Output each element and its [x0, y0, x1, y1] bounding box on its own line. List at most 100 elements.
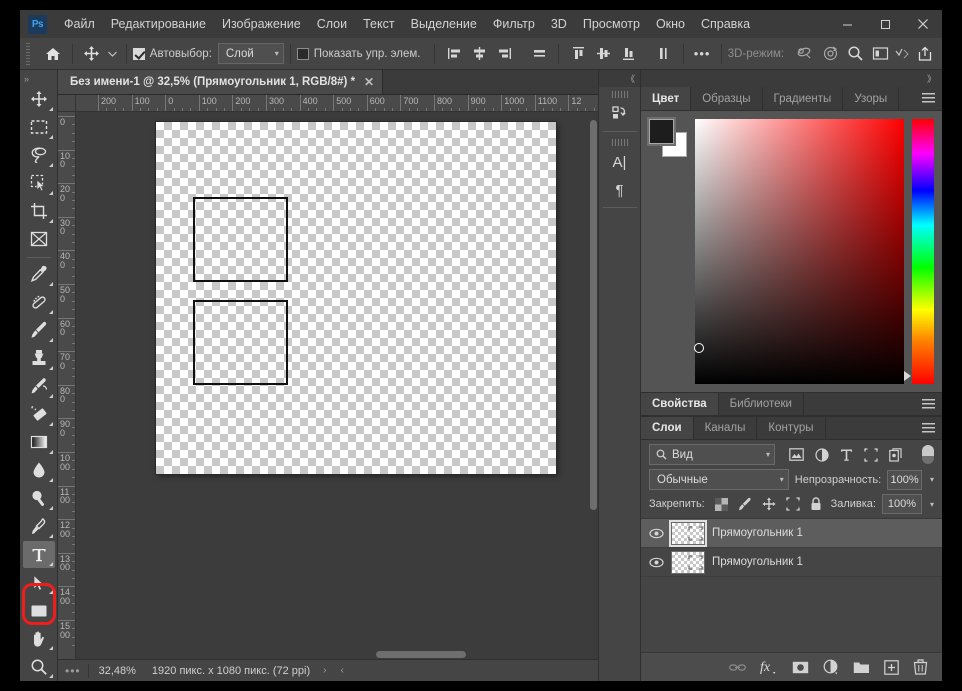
- show-transform-controls-checkbox[interactable]: Показать упр. элем.: [296, 47, 420, 60]
- smart-object-filter-icon[interactable]: [889, 447, 902, 462]
- tab-paths[interactable]: Контуры: [757, 417, 826, 439]
- align-center-h-icon[interactable]: [467, 42, 492, 66]
- distribute-v-icon[interactable]: [651, 42, 676, 66]
- toolbar-expand-button[interactable]: »: [20, 72, 57, 86]
- link-layers-icon[interactable]: [729, 662, 746, 673]
- layer-filter-select[interactable]: Вид ▾: [649, 444, 775, 465]
- layer-name[interactable]: Прямоугольник 1: [712, 556, 803, 568]
- lock-transparent-icon[interactable]: [714, 497, 728, 511]
- status-zoom-level[interactable]: 32,48%: [89, 665, 146, 677]
- menu-item-window[interactable]: Окно: [648, 13, 693, 35]
- sidebar-item-path-selection-tool[interactable]: [23, 569, 55, 596]
- align-left-icon[interactable]: [441, 42, 466, 66]
- share-icon[interactable]: [913, 42, 938, 66]
- layer-mask-icon[interactable]: [792, 661, 809, 674]
- canvas-stage[interactable]: [76, 112, 598, 659]
- shape-rect-2[interactable]: [193, 300, 288, 385]
- zoom-icon[interactable]: [843, 42, 868, 66]
- sidebar-item-marquee-tool[interactable]: [23, 114, 55, 141]
- tab-color[interactable]: Цвет: [641, 87, 692, 110]
- sidebar-item-zoom-tool[interactable]: [23, 653, 55, 680]
- new-group-icon[interactable]: [853, 661, 870, 674]
- align-top-icon[interactable]: [565, 42, 590, 66]
- sidebar-item-blur-tool[interactable]: [23, 457, 55, 484]
- shape-filter-icon[interactable]: [864, 447, 878, 462]
- sidebar-item-eyedropper-tool[interactable]: [23, 261, 55, 288]
- adjustment-layer-icon[interactable]: [823, 659, 839, 675]
- scrollbar-thumb[interactable]: [590, 120, 597, 510]
- chevron-icon[interactable]: [893, 42, 912, 66]
- panel-menu-icon[interactable]: [922, 399, 935, 410]
- workspace-icon[interactable]: [868, 42, 893, 66]
- vertical-ruler[interactable]: 0 100 200 300 400 500 600 700 800 900 1000 1100 1200…: [58, 112, 76, 659]
- more-options-button[interactable]: •••: [689, 42, 714, 66]
- lock-position-icon[interactable]: [762, 497, 776, 511]
- table-row[interactable]: Прямоугольник 1: [641, 519, 942, 548]
- minimize-button[interactable]: [828, 10, 866, 38]
- status-more-button[interactable]: •••: [58, 664, 88, 678]
- move-tool-icon[interactable]: [79, 42, 104, 66]
- menu-item-text[interactable]: Текст: [355, 13, 402, 35]
- layer-visibility-eye-icon[interactable]: [649, 528, 664, 539]
- tab-gradients[interactable]: Градиенты: [763, 87, 844, 110]
- menu-item-help[interactable]: Справка: [693, 13, 758, 35]
- fill-chevron-down-icon[interactable]: ▾: [930, 500, 934, 509]
- tab-properties[interactable]: Свойства: [641, 393, 719, 415]
- panel-menu-icon[interactable]: [922, 93, 935, 104]
- canvas-vertical-scrollbar[interactable]: [589, 112, 598, 659]
- hue-strip[interactable]: [904, 119, 934, 384]
- canvas-horizontal-scrollbar[interactable]: [76, 650, 589, 659]
- menu-item-edit[interactable]: Редактирование: [103, 13, 214, 35]
- sidebar-item-healing-brush-tool[interactable]: [23, 289, 55, 316]
- menu-item-image[interactable]: Изображение: [214, 13, 309, 35]
- color-field[interactable]: [694, 119, 904, 384]
- layer-visibility-eye-icon[interactable]: [649, 557, 664, 568]
- menu-item-layers[interactable]: Слои: [309, 13, 355, 35]
- layer-name[interactable]: Прямоугольник 1: [712, 527, 803, 539]
- 3d-orbit-icon[interactable]: [792, 42, 817, 66]
- sidebar-item-dodge-tool[interactable]: [23, 485, 55, 512]
- sidebar-item-quick-selection-tool[interactable]: [23, 170, 55, 197]
- sidebar-item-lasso-tool[interactable]: [23, 142, 55, 169]
- tab-libraries[interactable]: Библиотеки: [719, 393, 804, 415]
- canvas-document[interactable]: [156, 122, 556, 474]
- menu-item-select[interactable]: Выделение: [403, 13, 485, 35]
- mini-dock-grip[interactable]: [611, 91, 628, 98]
- scrollbar-thumb[interactable]: [376, 651, 466, 658]
- lock-artboard-icon[interactable]: [786, 497, 800, 511]
- color-field-cursor[interactable]: [694, 343, 704, 353]
- tab-patterns[interactable]: Узоры: [843, 87, 900, 110]
- mini-dock-collapse-button[interactable]: 《: [599, 70, 640, 87]
- image-filter-icon[interactable]: [789, 448, 804, 461]
- close-icon[interactable]: ✕: [364, 75, 374, 89]
- lock-all-icon[interactable]: [810, 497, 822, 511]
- mini-dock-grip[interactable]: [611, 139, 628, 146]
- blend-mode-select[interactable]: Обычные ▾: [649, 469, 789, 490]
- hue-marker[interactable]: [904, 371, 911, 381]
- opacity-input[interactable]: 100%: [887, 469, 922, 490]
- status-document-dimensions[interactable]: 1920 пикс. x 1080 пикс. (72 ppi): [146, 665, 316, 677]
- tool-preset-chevron-down-icon[interactable]: [104, 42, 120, 66]
- align-middle-v-icon[interactable]: [591, 42, 616, 66]
- tab-channels[interactable]: Каналы: [694, 417, 758, 439]
- sidebar-item-eraser-tool[interactable]: [23, 401, 55, 428]
- tab-swatches[interactable]: Образцы: [691, 87, 763, 110]
- close-button[interactable]: [904, 10, 942, 38]
- home-icon[interactable]: [41, 42, 66, 66]
- layer-style-fx-icon[interactable]: fx: [760, 659, 778, 675]
- type-filter-icon[interactable]: [840, 448, 853, 462]
- lock-image-icon[interactable]: [738, 497, 752, 511]
- menu-item-3d[interactable]: 3D: [543, 13, 575, 35]
- chevron-left-icon[interactable]: ‹: [333, 665, 350, 676]
- distribute-h-icon[interactable]: [527, 42, 552, 66]
- character-panel-icon[interactable]: A|: [605, 148, 635, 176]
- menu-item-file[interactable]: Файл: [56, 13, 103, 35]
- sidebar-item-hand-tool[interactable]: [23, 625, 55, 652]
- layer-filter-toggle[interactable]: [922, 445, 934, 464]
- chevron-right-icon[interactable]: ›: [316, 665, 333, 676]
- options-bar-grip[interactable]: [24, 42, 32, 65]
- delete-layer-icon[interactable]: [913, 659, 928, 675]
- document-tab[interactable]: Без имени-1 @ 32,5% (Прямоугольник 1, RG…: [58, 70, 384, 94]
- panel-menu-icon[interactable]: [922, 423, 935, 434]
- sidebar-item-clone-stamp-tool[interactable]: [23, 345, 55, 372]
